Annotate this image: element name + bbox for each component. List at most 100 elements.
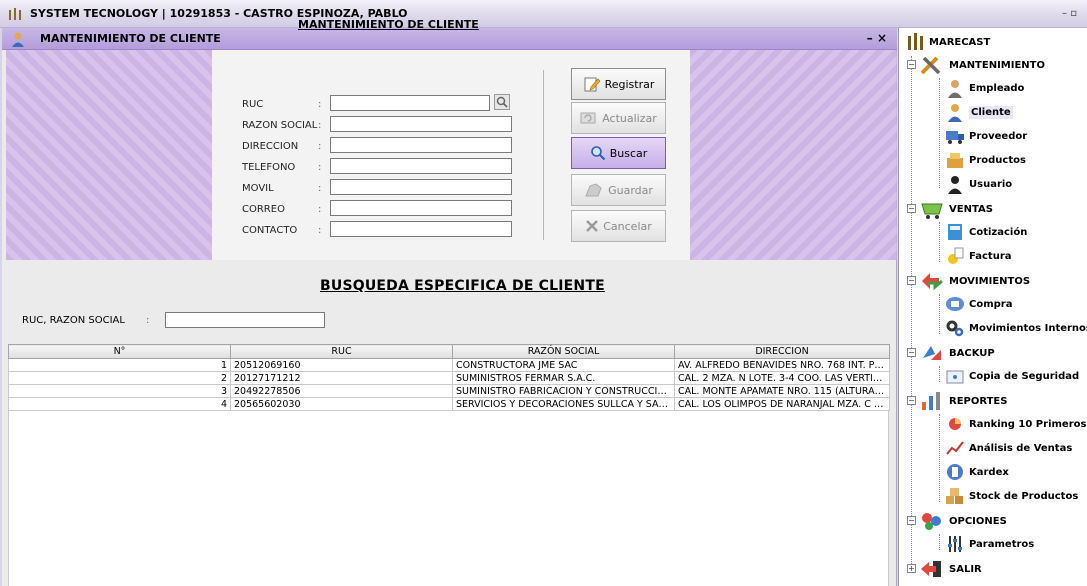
internal-frame-title-bar: MANTENIMIENTO DE CLIENTE – × [2, 28, 897, 50]
nav-category-opciones[interactable]: OPCIONES [919, 510, 1007, 532]
navigation-tree: MARECAST − MANTENIMIENTO Empleado Client… [898, 28, 1087, 586]
guardar-button[interactable]: Guardar [571, 174, 666, 206]
movil-input[interactable] [330, 179, 512, 195]
telefono-label: TELEFONO [242, 162, 296, 173]
razon-social-input[interactable] [330, 116, 512, 132]
column-header-razon-social[interactable]: RAZÓN SOCIAL [452, 344, 675, 359]
nav-item-usuario[interactable]: Usuario [945, 174, 1012, 194]
search-filter-input[interactable] [165, 312, 325, 328]
registrar-button[interactable]: Registrar [571, 68, 666, 100]
reports-icon [922, 392, 940, 410]
cancelar-button[interactable]: Cancelar [571, 210, 666, 242]
actualizar-label: Actualizar [602, 111, 657, 125]
backup-icon [923, 346, 941, 360]
nav-category-reportes[interactable]: REPORTES [919, 390, 1007, 412]
exit-arrow-icon [921, 561, 941, 577]
cell-razon-social: SERVICIOS Y DECORACIONES SULLCA Y SAN... [452, 397, 675, 411]
cell-numero: 2 [8, 371, 231, 385]
nav-category-mantenimiento[interactable]: MANTENIMIENTO [919, 54, 1045, 76]
cell-razon-social: CONSTRUCTORA JME SAC [452, 358, 675, 372]
toggle-reportes[interactable]: − [907, 396, 916, 405]
nav-item-movimientos-internos[interactable]: Movimientos Internos [945, 318, 1087, 338]
nav-item-productos[interactable]: Productos [945, 150, 1026, 170]
razon-social-colon: : [318, 120, 322, 131]
cell-razon-social: SUMINISTROS FERMAR S.A.C. [452, 371, 675, 385]
telefono-colon: : [318, 162, 322, 173]
nav-root-marecast[interactable]: MARECAST [905, 32, 990, 52]
stock-boxes-icon [946, 488, 963, 504]
client-icon [948, 104, 962, 122]
toggle-salir[interactable]: + [907, 564, 916, 573]
nav-item-cliente[interactable]: Cliente [945, 102, 1013, 122]
form-heading: MANTENIMIENTO DE CLIENTE [298, 18, 479, 31]
movil-colon: : [318, 183, 322, 194]
vertical-separator [543, 70, 544, 240]
table-row[interactable]: 4 20565602030 SERVICIOS Y DECORACIONES S… [8, 397, 890, 411]
nav-item-proveedor[interactable]: Proveedor [945, 126, 1027, 146]
user-icon [948, 176, 962, 194]
contacto-colon: : [318, 225, 322, 236]
toggle-ventas[interactable]: − [907, 204, 916, 213]
nav-category-backup[interactable]: BACKUP [919, 342, 995, 364]
ruc-search-button[interactable] [494, 94, 510, 110]
table-row[interactable]: 2 20127171212 SUMINISTROS FERMAR S.A.C. … [8, 371, 890, 385]
nav-item-stock-de-productos[interactable]: Stock de Productos [945, 486, 1078, 506]
purchase-icon [946, 297, 964, 311]
toggle-mantenimiento[interactable]: − [907, 60, 916, 69]
employee-icon [948, 80, 962, 98]
toggle-backup[interactable]: − [907, 348, 916, 357]
cell-direccion: CAL. MONTE APAMATE NRO. 115 (ALTURA CU..… [674, 384, 890, 398]
direccion-input[interactable] [330, 137, 512, 153]
tree-connector [911, 56, 912, 570]
nav-item-kardex[interactable]: Kardex [945, 462, 1009, 482]
backup-copy-icon [946, 370, 964, 384]
column-header-direccion[interactable]: DIRECCION [674, 344, 890, 359]
table-row[interactable]: 3 20492278506 SUMINISTRO FABRICACION Y C… [8, 384, 890, 398]
registrar-label: Registrar [604, 77, 655, 91]
gears-icon [946, 320, 964, 337]
telefono-input[interactable] [330, 158, 512, 174]
products-icon [947, 153, 963, 168]
tree-connector [939, 534, 940, 550]
nav-item-parametros[interactable]: Parametros [945, 534, 1034, 554]
client-user-icon [12, 32, 24, 47]
nav-item-compra[interactable]: Compra [945, 294, 1012, 314]
window-controls[interactable]: – ▫ [1062, 8, 1077, 19]
nav-item-cotizacion[interactable]: Cotización [945, 222, 1027, 242]
movements-icon [922, 273, 943, 291]
correo-colon: : [318, 204, 322, 215]
cell-numero: 4 [8, 397, 231, 411]
nav-category-salir[interactable]: SALIR [919, 558, 982, 580]
toggle-movimientos[interactable]: − [907, 276, 916, 285]
ruc-label: RUC [242, 99, 264, 110]
correo-input[interactable] [330, 200, 512, 216]
movil-label: MOVIL [242, 183, 274, 194]
tools-icon [920, 56, 941, 75]
nav-item-copia-de-seguridad[interactable]: Copia de Seguridad [945, 366, 1079, 386]
guardar-label: Guardar [608, 183, 653, 197]
save-icon [585, 183, 602, 197]
nav-item-analisis-de-ventas[interactable]: Análisis de Ventas [945, 438, 1072, 458]
ruc-input[interactable] [330, 95, 490, 111]
column-header-ruc[interactable]: RUC [230, 344, 453, 359]
contacto-input[interactable] [330, 221, 512, 237]
contacto-label: CONTACTO [242, 225, 298, 236]
tree-connector [939, 366, 940, 382]
toggle-opciones[interactable]: − [907, 516, 916, 525]
nav-item-ranking[interactable]: Ranking 10 Primeros Clientes [945, 414, 1087, 434]
nav-category-movimientos[interactable]: MOVIMIENTOS [919, 270, 1030, 292]
column-header-numero[interactable]: N° [8, 344, 231, 359]
actualizar-button[interactable]: Actualizar [571, 102, 666, 134]
tree-connector [939, 222, 940, 262]
nav-category-ventas[interactable]: VENTAS [919, 198, 993, 220]
internal-frame-controls[interactable]: – × [867, 31, 887, 45]
cell-razon-social: SUMINISTRO FABRICACION Y CONSTRUCCIO... [452, 384, 675, 398]
app-logo-icon [9, 8, 21, 20]
buscar-button[interactable]: Buscar [571, 137, 666, 169]
search-icon [590, 146, 605, 161]
cell-numero: 3 [8, 384, 231, 398]
table-row[interactable]: 1 20512069160 CONSTRUCTORA JME SAC AV. A… [8, 358, 890, 372]
marecast-logo-icon [908, 33, 923, 50]
nav-item-factura[interactable]: Factura [945, 246, 1012, 266]
nav-item-empleado[interactable]: Empleado [945, 78, 1024, 98]
